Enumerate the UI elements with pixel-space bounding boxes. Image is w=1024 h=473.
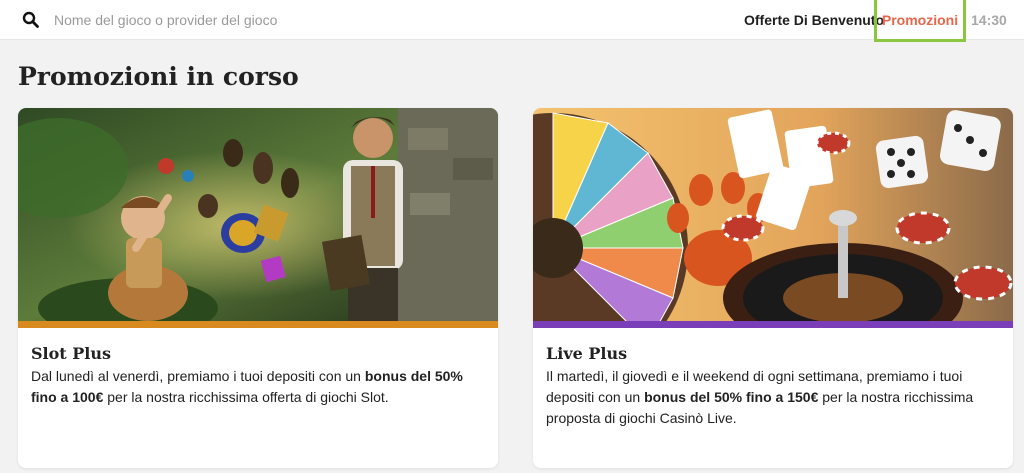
live-plus-accent-bar (533, 321, 1013, 328)
card-description: Il martedì, il giovedì e il weekend di o… (546, 366, 1001, 429)
card-text-part: per la nostra ricchissima offerta di gio… (103, 389, 389, 405)
nav-welcome-offers[interactable]: Offerte Di Benvenuto (744, 0, 884, 40)
promo-card-live-plus[interactable]: Live Plus Il martedì, il giovedì e il we… (533, 108, 1013, 468)
page-title: Promozioni in corso (18, 62, 299, 91)
nav-promotions[interactable]: Promozioni (874, 0, 966, 42)
search-icon[interactable] (22, 11, 40, 29)
slot-plus-accent-bar (18, 321, 498, 328)
top-bar: Offerte Di Benvenuto Promozioni 14:30 (0, 0, 1024, 42)
card-title: Slot Plus (31, 344, 112, 363)
card-description: Dal lunedì al venerdì, premiamo i tuoi d… (31, 366, 486, 408)
live-plus-banner-image (533, 108, 1013, 321)
card-text-part: Dal lunedì al venerdì, premiamo i tuoi d… (31, 368, 365, 384)
card-title: Live Plus (546, 344, 628, 363)
promo-card-slot-plus[interactable]: Slot Plus Dal lunedì al venerdì, premiam… (18, 108, 498, 468)
slot-plus-banner-image (18, 108, 498, 321)
search-input[interactable] (54, 8, 474, 32)
search-bar (22, 0, 474, 40)
card-text-bold: bonus del 50% fino a 150€ (644, 389, 819, 405)
clock: 14:30 (971, 12, 1007, 28)
